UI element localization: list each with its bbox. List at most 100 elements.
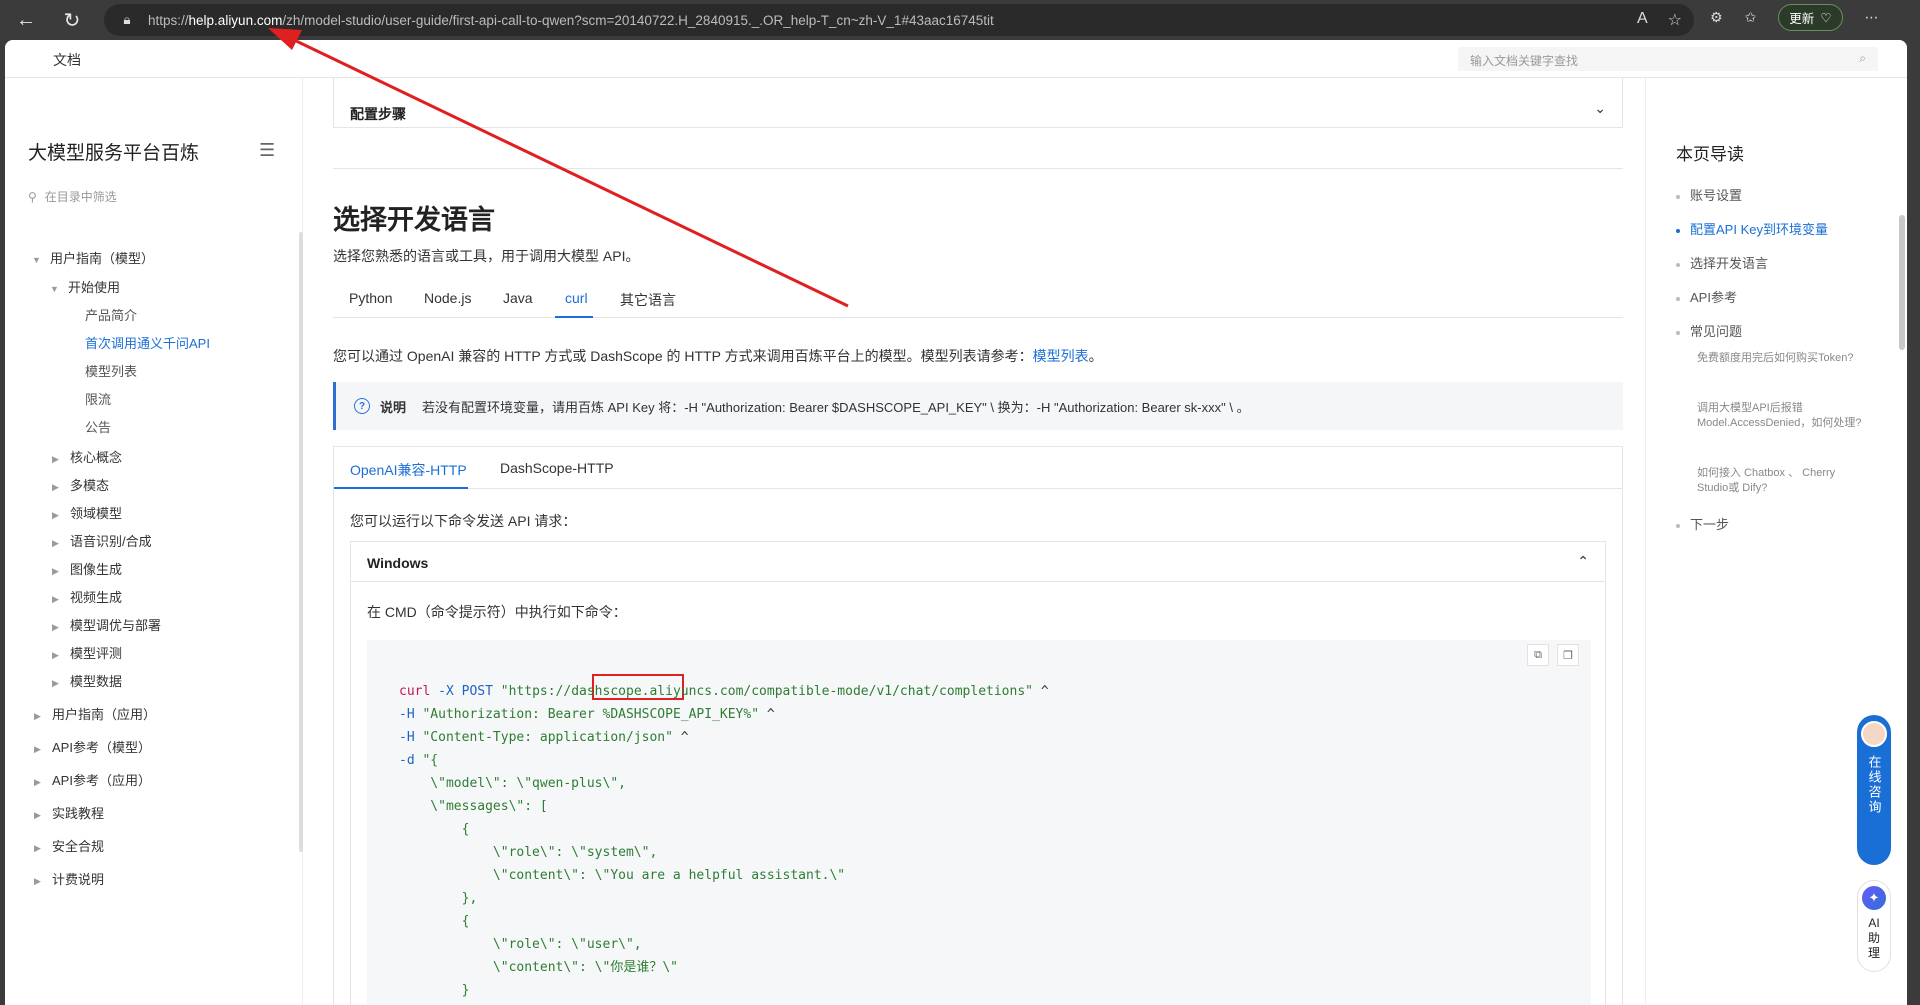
sidebar-item-rate-limit[interactable]: 限流 <box>85 389 111 408</box>
copy-icon[interactable]: ❐ <box>1557 644 1579 666</box>
sidebar-item-announcement[interactable]: 公告 <box>85 417 111 436</box>
chevron-right-icon: ▶ <box>34 843 41 853</box>
note-callout: ? 说明 若没有配置环境变量，请用百炼 API Key 将：-H "Author… <box>333 382 1623 430</box>
code-token: -H <box>399 730 415 745</box>
code-token: curl <box>399 684 431 699</box>
windows-desc: 在 CMD（命令提示符）中执行如下命令： <box>367 604 627 620</box>
address-bar[interactable]: 🔒︎ https://help.aliyun.com/zh/model-stud… <box>104 4 1694 36</box>
favorite-star-icon[interactable]: ☆ <box>1668 10 1682 30</box>
api-tabs: OpenAI兼容-HTTP DashScope-HTTP <box>334 447 1622 489</box>
back-icon[interactable]: ← <box>8 2 44 38</box>
toc-item-next[interactable]: 下一步 <box>1676 514 1729 533</box>
sidebar-item-evaluation[interactable]: ▶ 模型评测 <box>52 643 122 662</box>
sidebar-item-speech[interactable]: ▶ 语音识别/合成 <box>52 531 152 550</box>
avatar <box>1861 721 1887 747</box>
toc-item-api-key[interactable]: 配置API Key到环境变量 <box>1676 219 1828 238</box>
code-toolbar: ⧉ ❐ <box>1527 644 1579 666</box>
tab-dashscope-http[interactable]: DashScope-HTTP <box>500 460 614 476</box>
sidebar-item-domain-models[interactable]: ▶ 领域模型 <box>52 503 122 522</box>
sidebar-filter-input[interactable]: ⚲ 在目录中筛选 <box>28 188 117 205</box>
sidebar-item-core-concepts[interactable]: ▶ 核心概念 <box>52 447 122 466</box>
read-aloud-icon[interactable]: A <box>1637 10 1648 30</box>
sidebar-item-billing[interactable]: ▶ 计费说明 <box>34 869 104 888</box>
sidebar-item-video-gen[interactable]: ▶ 视频生成 <box>52 587 122 606</box>
section-heading: 选择开发语言 <box>333 205 495 235</box>
filter-placeholder: 在目录中筛选 <box>44 190 117 204</box>
tab-openai-compatible[interactable]: OpenAI兼容-HTTP <box>350 460 467 480</box>
favorites-icon[interactable]: ✩ <box>1745 9 1757 26</box>
toc-faq-token[interactable]: 免费额度用完后如何购买Token? <box>1697 351 1867 366</box>
code-token: "{ <box>422 753 439 768</box>
extensions-icon[interactable]: ⚙ <box>1710 9 1723 26</box>
search-placeholder: 输入文档关键字查找 <box>1470 54 1579 68</box>
toc-item-account[interactable]: 账号设置 <box>1676 185 1742 204</box>
sidebar-item-model-list[interactable]: 模型列表 <box>85 361 137 380</box>
expand-icon[interactable]: ⧉ <box>1527 644 1549 666</box>
ai-assistant-label: AI助理 <box>1867 916 1880 960</box>
chevron-down-icon: ▼ <box>32 255 41 265</box>
sidebar-item-user-guide-app[interactable]: ▶ 用户指南（应用） <box>34 704 156 723</box>
page-scrollbar[interactable] <box>1899 215 1905 350</box>
toc-item-language[interactable]: 选择开发语言 <box>1676 253 1768 272</box>
sidebar-item-multimodal[interactable]: ▶ 多模态 <box>52 475 109 494</box>
note-text: 若没有配置环境变量，请用百炼 API Key 将：-H "Authorizati… <box>422 399 1250 415</box>
active-tab-indicator <box>334 487 468 489</box>
reload-icon[interactable]: ↻ <box>54 2 90 38</box>
config-steps-section[interactable]: 配置步骤 ⌄ <box>333 78 1623 128</box>
tab-other-languages[interactable]: 其它语言 <box>620 290 676 310</box>
chevron-right-icon: ▶ <box>34 876 41 886</box>
online-consult-button[interactable]: 在线咨询 <box>1857 715 1891 865</box>
code-block: ⧉ ❐ curl -X POST "https://dashscope.aliy… <box>367 640 1591 1005</box>
language-tabs: Python Node.js Java curl 其它语言 <box>333 281 1623 318</box>
sidebar-scrollbar[interactable] <box>299 232 303 852</box>
doc-search-input[interactable]: 输入文档关键字查找 ⌕ <box>1458 47 1878 71</box>
code-line: } <box>399 983 470 998</box>
sidebar-item-label: 语音识别/合成 <box>70 534 152 549</box>
more-icon[interactable]: ⋯ <box>1865 9 1879 26</box>
tab-python[interactable]: Python <box>349 290 393 306</box>
sidebar-item-tutorials[interactable]: ▶ 实践教程 <box>34 803 104 822</box>
tab-java[interactable]: Java <box>503 290 533 306</box>
toc-item-api-ref[interactable]: API参考 <box>1676 287 1737 306</box>
chevron-down-icon[interactable]: ⌄ <box>1594 100 1606 117</box>
sidebar-item-label: 模型评测 <box>70 646 123 661</box>
note-label: 说明 <box>380 399 407 415</box>
url-prefix: https:// <box>148 12 189 28</box>
chevron-up-icon[interactable]: ⌃ <box>1577 553 1589 570</box>
sidebar-item-first-api-call[interactable]: 首次调用通义千问API <box>85 333 210 352</box>
windows-title: Windows <box>367 555 429 571</box>
active-tab-indicator <box>555 316 593 318</box>
code-token: POST <box>461 684 493 699</box>
doc-nav-link[interactable]: 文档 <box>53 50 81 70</box>
model-list-link[interactable]: 模型列表 <box>1033 348 1089 364</box>
code-line: \"messages\": [ <box>399 799 548 814</box>
tab-nodejs[interactable]: Node.js <box>424 290 471 306</box>
sidebar-item-image-gen[interactable]: ▶ 图像生成 <box>52 559 122 578</box>
bullet-icon <box>1676 194 1680 199</box>
tab-curl[interactable]: curl <box>565 290 588 306</box>
toc-item-faq[interactable]: 常见问题 <box>1676 321 1742 340</box>
sidebar-item-getting-started[interactable]: ▼ 开始使用 <box>50 277 120 296</box>
toc-faq-chatbox[interactable]: 如何接入 Chatbox 、 Cherry Studio或 Dify? <box>1697 466 1867 496</box>
chevron-right-icon: ▶ <box>34 810 41 820</box>
toc-faq-access-denied[interactable]: 调用大模型API后报错Model.AccessDenied，如何处理? <box>1697 401 1867 431</box>
sidebar-item-label: 安全合规 <box>52 839 105 854</box>
sidebar-item-product-intro[interactable]: 产品简介 <box>85 305 137 324</box>
ai-assistant-button[interactable]: ✦ AI助理 <box>1857 880 1891 972</box>
sparkle-icon: ✦ <box>1862 886 1886 910</box>
sidebar-item-label: 计费说明 <box>52 872 105 887</box>
sidebar-item-finetune[interactable]: ▶ 模型调优与部署 <box>52 615 161 634</box>
code-text: curl -X POST "https://dashscope.aliyuncs… <box>399 680 1049 1005</box>
menu-icon[interactable]: ☰ <box>259 140 275 161</box>
update-button[interactable]: 更新 ♡ <box>1778 4 1843 31</box>
search-icon[interactable]: ⌕ <box>1859 51 1866 66</box>
sidebar-item-user-guide-model[interactable]: ▼ 用户指南（模型） <box>32 248 154 267</box>
chevron-right-icon: ▶ <box>52 594 59 604</box>
chevron-right-icon: ▶ <box>52 678 59 688</box>
sidebar-item-model-data[interactable]: ▶ 模型数据 <box>52 671 122 690</box>
sidebar-item-security[interactable]: ▶ 安全合规 <box>34 836 104 855</box>
windows-header[interactable]: Windows ⌃ <box>351 542 1605 582</box>
sidebar-item-api-app[interactable]: ▶ API参考（应用） <box>34 770 151 789</box>
sidebar-item-api-model[interactable]: ▶ API参考（模型） <box>34 737 151 756</box>
code-token: -H <box>399 707 415 722</box>
